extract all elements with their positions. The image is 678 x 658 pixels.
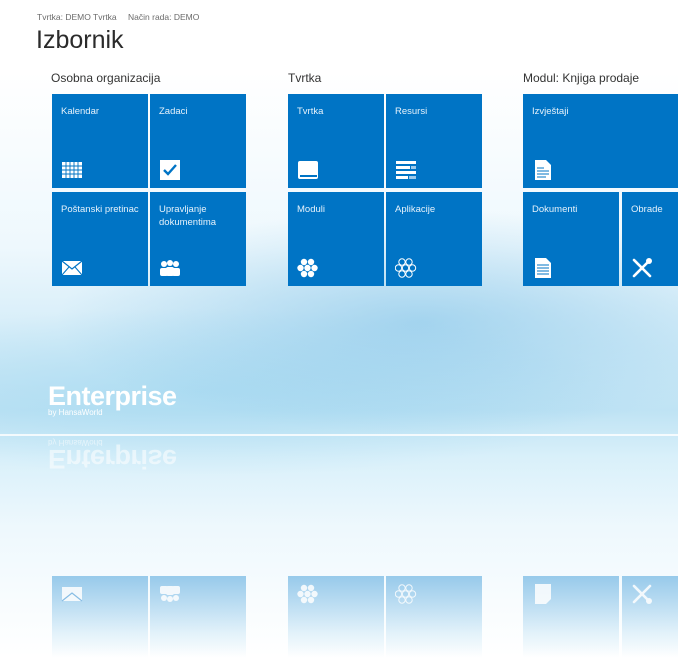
tools-icon (632, 584, 652, 604)
company-label: Tvrtka: DEMO Tvrtka (37, 12, 117, 22)
tile-moduli[interactable]: Moduli (288, 192, 384, 286)
group-title-company: Tvrtka (288, 71, 322, 85)
tile-label: Tvrtka (297, 106, 324, 117)
calendar-icon (62, 162, 82, 178)
context-bar: Tvrtka: DEMO Tvrtka Način rada: DEMO (37, 12, 208, 22)
people-icon (160, 586, 180, 602)
tile-upravljanje-dokumentima[interactable]: Upravljanje dokumentima (150, 192, 246, 286)
book-icon (298, 161, 318, 179)
envelope-icon (61, 260, 83, 276)
tile-label: Moduli (297, 204, 325, 215)
tile-reflection (150, 576, 246, 658)
enterprise-logo-reflection: Enterprise by HansaWorld (48, 438, 177, 474)
checkbox-icon (160, 160, 180, 180)
tile-dokumenti[interactable]: Dokumenti (523, 192, 619, 286)
tile-label: Obrade (631, 204, 663, 215)
tile-izvjestaji[interactable]: Izvještaji (523, 94, 678, 188)
group-title-personal: Osobna organizacija (51, 71, 161, 85)
logo-name: Enterprise (48, 381, 177, 411)
tile-label: Poštanski pretinac (61, 204, 139, 215)
document-icon (535, 258, 551, 278)
reflection-divider (0, 434, 678, 436)
people-icon (160, 260, 180, 276)
report-icon (535, 160, 551, 180)
list-icon (396, 161, 416, 179)
hexagons-outline-icon (395, 584, 417, 604)
tile-label: Dokumenti (532, 204, 578, 215)
envelope-icon (61, 587, 83, 602)
tile-label: Upravljanje dokumentima (159, 204, 217, 228)
mode-label: Način rada: DEMO (128, 12, 200, 22)
tile-label: Resursi (395, 106, 428, 117)
hexagons-outline-icon (395, 258, 417, 278)
tile-aplikacije[interactable]: Aplikacije (386, 192, 482, 286)
tile-reflection (386, 576, 482, 658)
tools-icon (632, 258, 652, 278)
tile-obrade[interactable]: Obrade (622, 192, 678, 286)
group-title-module: Modul: Knjiga prodaje (523, 71, 640, 85)
page-title: Izbornik (36, 26, 124, 54)
tile-postanski-pretinac[interactable]: Poštanski pretinac (52, 192, 148, 286)
tile-zadaci[interactable]: Zadaci (150, 94, 246, 188)
tile-reflection (523, 576, 619, 658)
hexagons-filled-icon (297, 258, 318, 278)
tile-reflection (622, 576, 678, 658)
logo-name-reflection: Enterprise (48, 444, 177, 474)
tile-tvrtka[interactable]: Tvrtka (288, 94, 384, 188)
enterprise-logo: Enterprise by HansaWorld (48, 382, 177, 417)
tile-label: Kalendar (61, 106, 100, 117)
tile-label: Aplikacije (395, 204, 436, 215)
hexagons-filled-icon (297, 584, 318, 604)
tile-reflection (52, 576, 148, 658)
tile-label: Izvještaji (532, 106, 569, 117)
tile-reflection (288, 576, 384, 658)
tile-kalendar[interactable]: Kalendar (52, 94, 148, 188)
document-icon (535, 584, 551, 604)
tile-resursi[interactable]: Resursi (386, 94, 482, 188)
tile-label: Zadaci (159, 106, 188, 117)
